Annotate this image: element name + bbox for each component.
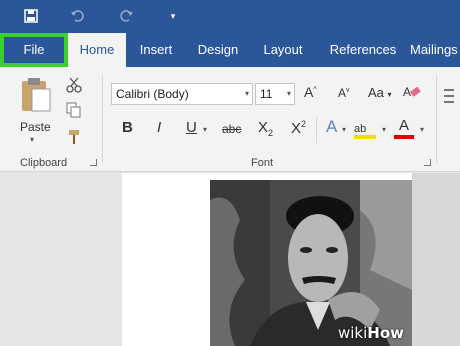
text-effects-dropdown-icon[interactable]: ▾	[342, 125, 346, 134]
font-size-select[interactable]: 11 ▾	[255, 83, 295, 105]
text-effects-button[interactable]: A	[326, 117, 337, 137]
underline-label: U	[186, 119, 197, 136]
grow-font-label: A	[304, 84, 314, 100]
clear-formatting-icon[interactable]: A	[402, 83, 424, 103]
highlight-label: ab	[354, 123, 367, 135]
font-color-label: A	[399, 117, 410, 134]
highlight-button[interactable]: ab	[354, 119, 378, 141]
highlight-dropdown-icon[interactable]: ▾	[382, 125, 386, 134]
document-margin-right	[412, 173, 460, 346]
watermark-how: How	[367, 324, 404, 342]
shrink-font-label: A	[338, 86, 347, 100]
redo-icon[interactable]	[116, 6, 138, 26]
svg-text:A: A	[403, 85, 411, 99]
font-color-button[interactable]: A	[394, 117, 416, 141]
group-divider	[102, 75, 103, 163]
font-family-value: Calibri (Body)	[116, 87, 189, 101]
superscript-label: X	[291, 120, 302, 137]
group-divider	[316, 117, 317, 143]
clipboard-group-label: Clipboard	[20, 157, 68, 169]
tab-design[interactable]: Design	[190, 33, 246, 67]
ribbon-tabs: File Home Insert Design Layout Reference…	[0, 33, 460, 67]
wikihow-watermark: wikiHow	[338, 324, 404, 342]
font-group-label: Font	[251, 157, 274, 169]
tab-mailings[interactable]: Mailings	[410, 33, 460, 67]
font-size-value: 11	[260, 87, 273, 101]
watermark-wiki: wiki	[337, 324, 368, 342]
portrait-image	[210, 180, 412, 346]
save-icon[interactable]	[20, 6, 42, 26]
font-size-dropdown-icon[interactable]: ▾	[287, 84, 291, 104]
customize-toolbar-icon[interactable]: ▾	[162, 6, 184, 26]
change-case-button[interactable]: Aa ▾	[368, 85, 392, 100]
bold-button[interactable]: B	[122, 119, 133, 136]
format-painter-icon[interactable]	[66, 129, 84, 147]
undo-icon[interactable]	[66, 6, 88, 26]
italic-button[interactable]: I	[157, 119, 161, 136]
tab-file[interactable]: File	[0, 33, 68, 67]
change-case-label: Aa	[368, 85, 384, 100]
tab-insert[interactable]: Insert	[132, 33, 180, 67]
subscript-label: X	[258, 119, 269, 136]
document-photo[interactable]: wikiHow	[210, 180, 412, 346]
cut-icon[interactable]	[66, 77, 84, 95]
font-family-select[interactable]: Calibri (Body) ▾	[111, 83, 253, 105]
subscript-mark: 2	[268, 128, 274, 138]
superscript-mark: 2	[301, 119, 307, 129]
grow-font-button[interactable]: A^	[304, 84, 317, 100]
underline-button[interactable]: U	[186, 119, 197, 136]
group-divider	[436, 75, 437, 163]
document-margin-left	[0, 173, 122, 346]
font-color-dropdown-icon[interactable]: ▾	[420, 125, 424, 134]
strikethrough-button[interactable]: abc	[222, 122, 241, 136]
quick-access-toolbar: ▾	[0, 0, 460, 33]
highlight-color-bar	[354, 135, 376, 139]
paragraph-group-partial	[444, 83, 456, 143]
tab-home[interactable]: Home	[68, 33, 126, 67]
paste-icon	[22, 78, 51, 112]
tab-references[interactable]: References	[322, 33, 404, 67]
tab-layout[interactable]: Layout	[256, 33, 310, 67]
font-color-bar	[394, 135, 414, 139]
subscript-button[interactable]: X2	[258, 119, 273, 138]
shrink-font-button[interactable]: Av	[338, 86, 350, 100]
font-family-dropdown-icon[interactable]: ▾	[245, 84, 249, 104]
clipboard-launcher-icon[interactable]	[90, 159, 97, 166]
superscript-button[interactable]: X2	[291, 119, 306, 137]
paste-dropdown-icon[interactable]: ▾	[30, 135, 34, 144]
font-launcher-icon[interactable]	[424, 159, 431, 166]
paste-button[interactable]: Paste ▾	[16, 75, 56, 144]
paste-label: Paste	[20, 120, 51, 134]
copy-icon[interactable]	[66, 102, 84, 120]
underline-dropdown-icon[interactable]: ▾	[203, 125, 207, 134]
ribbon-home: Paste ▾ Clipboard Calibri (Body) ▾ 11 ▾ …	[0, 67, 460, 172]
